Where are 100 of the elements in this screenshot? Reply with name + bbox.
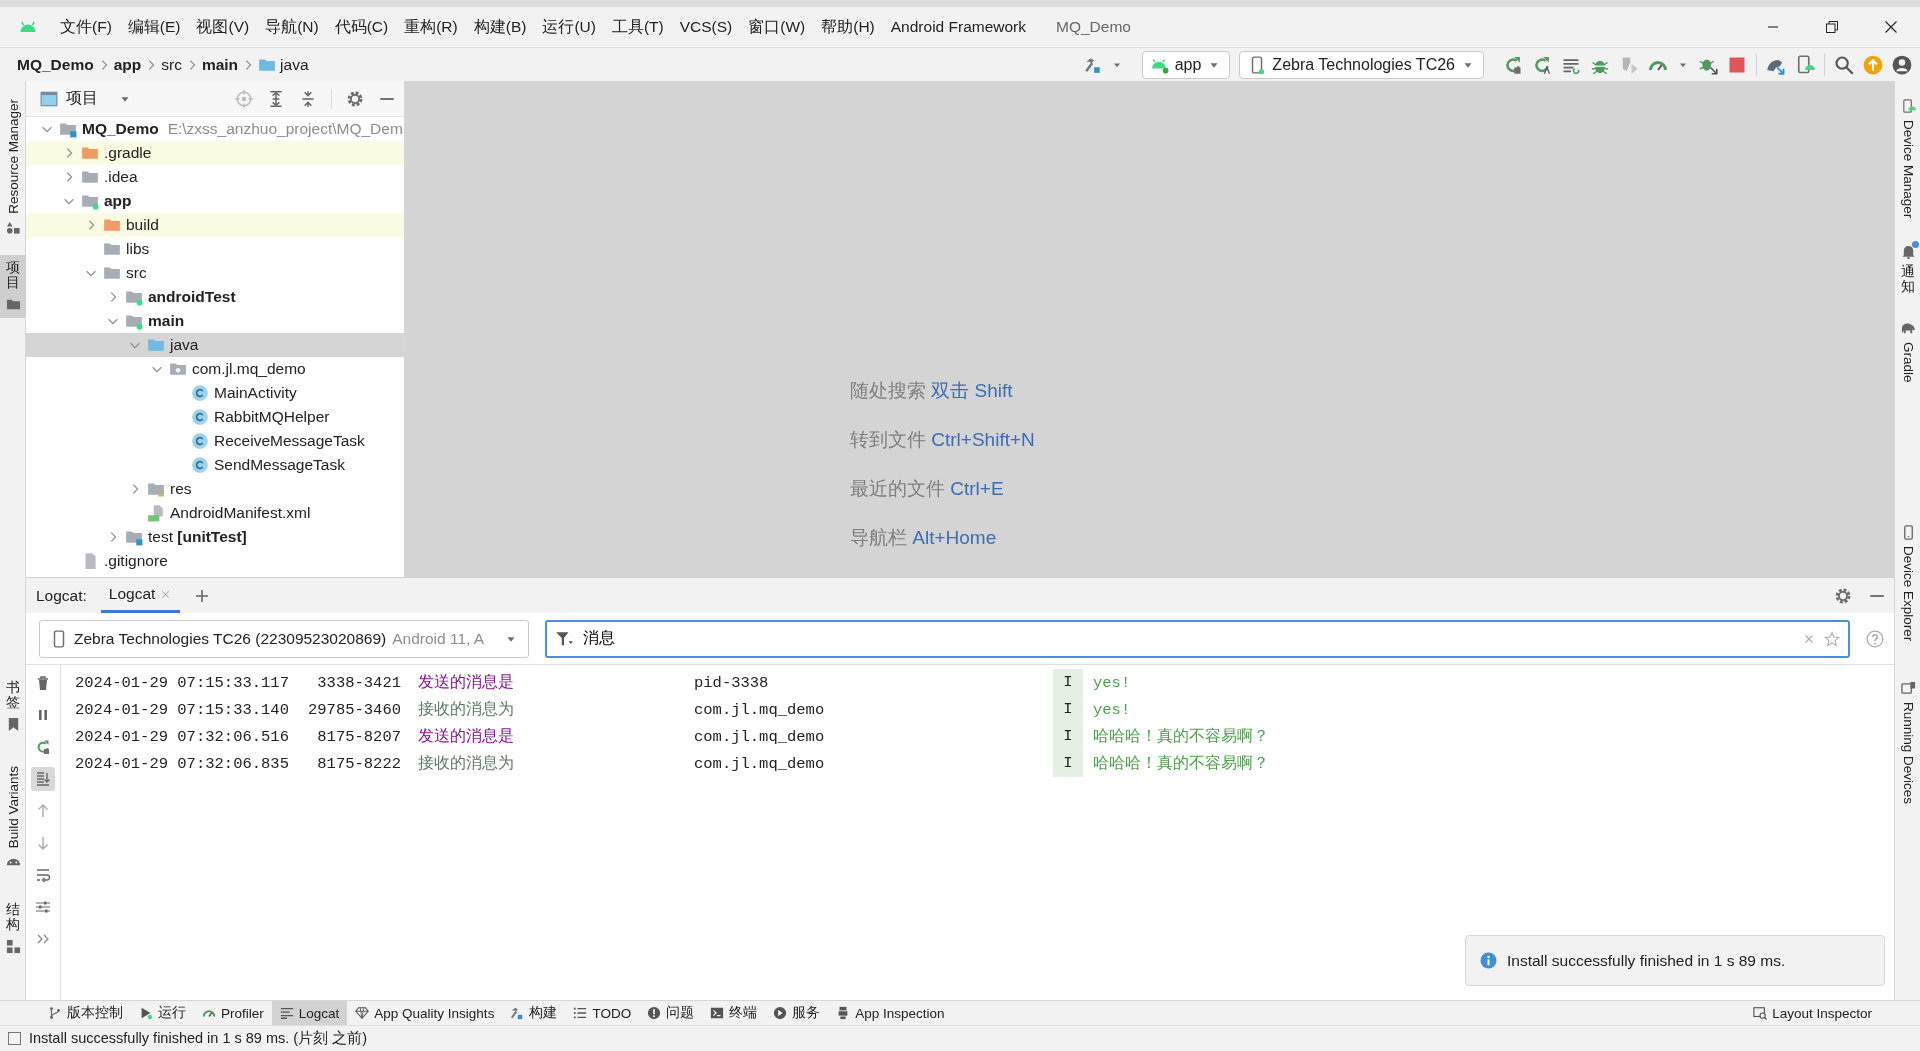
menu-item[interactable]: 工具(T): [603, 13, 672, 41]
message-text: yes!: [1093, 673, 1131, 692]
package-text: com.jl.mq_demo: [694, 754, 826, 773]
device-dropdown[interactable]: Zebra Technologies TC26 (22309523020869) Android 11, A: [39, 619, 529, 658]
menu-item[interactable]: 代码(C): [326, 13, 397, 41]
expand-all-icon[interactable]: [267, 89, 285, 108]
tool-window-button[interactable]: Layout Inspector: [1745, 1001, 1880, 1025]
tool-window-button[interactable]: Logcat: [271, 1001, 348, 1025]
restart-icon[interactable]: [1532, 54, 1552, 75]
filter-field[interactable]: 消息: [545, 619, 1850, 658]
menu-item[interactable]: 视图(V): [188, 13, 258, 41]
tool-window-button[interactable]: 构建: [502, 1001, 566, 1025]
breadcrumb-item[interactable]: app: [110, 55, 145, 74]
menu-item[interactable]: VCS(S): [671, 15, 741, 39]
breadcrumb-item[interactable]: main: [198, 55, 242, 74]
tool-window-button[interactable]: Device Manager: [1895, 93, 1920, 225]
tool-window-button[interactable]: Resource Manager: [0, 93, 26, 241]
scroll-to-end-button[interactable]: [31, 767, 55, 791]
status-toggle[interactable]: [8, 1032, 21, 1045]
filter-icon: [555, 629, 573, 648]
menu-item[interactable]: 重构(R): [396, 13, 466, 41]
tree-item[interactable]: main: [26, 309, 404, 333]
tool-window-button[interactable]: Device Explorer: [1895, 518, 1920, 647]
tree-item[interactable]: MainActivity: [26, 381, 404, 405]
gem-icon: [355, 1006, 370, 1020]
class-icon: [191, 384, 209, 402]
menu-item[interactable]: 构建(B): [465, 13, 535, 41]
tree-item[interactable]: .idea: [26, 165, 404, 189]
filter-input[interactable]: 消息: [581, 628, 1794, 649]
tool-window-button[interactable]: Running Devices: [1895, 674, 1920, 810]
settings-icon[interactable]: [1834, 586, 1852, 605]
tool-window-button[interactable]: 运行: [131, 1001, 194, 1025]
log-level: I: [1053, 750, 1083, 777]
tool-window-button[interactable]: App Quality Insights: [347, 1001, 503, 1025]
tool-window-button[interactable]: 服务: [765, 1001, 829, 1025]
device-icon[interactable]: [1795, 54, 1815, 75]
rerun-icon[interactable]: [1503, 54, 1523, 75]
tree-item[interactable]: androidTest: [26, 285, 404, 309]
search-icon[interactable]: [1834, 54, 1854, 75]
menu-item[interactable]: 帮助(H): [813, 13, 883, 41]
close-icon[interactable]: [1882, 19, 1899, 35]
tree-item[interactable]: res: [26, 477, 404, 501]
menu-item[interactable]: 运行(U): [534, 13, 604, 41]
delete-icon: [35, 675, 51, 691]
tool-window-button[interactable]: 结构: [0, 897, 26, 960]
folder-icon: [103, 264, 121, 282]
tree-item[interactable]: java: [26, 333, 404, 357]
tree-item[interactable]: RabbitMQHelper: [26, 405, 404, 429]
tool-window-button[interactable]: 项目: [0, 254, 26, 318]
tree-item[interactable]: MQ_Demo E:\zxss_anzhuo_project\MQ_Dem: [26, 117, 404, 141]
package-text: com.jl.mq_demo: [694, 700, 826, 719]
menu-item[interactable]: 编辑(E): [119, 13, 189, 41]
play-circle-icon: [773, 1006, 788, 1020]
tool-window-button[interactable]: 问题: [639, 1001, 703, 1025]
menu-item[interactable]: Android Framework: [882, 15, 1034, 39]
pid-text: 3338-3421: [316, 673, 402, 692]
tree-item[interactable]: .gitignore: [26, 549, 404, 573]
info-icon: [1480, 952, 1497, 969]
update-icon[interactable]: [1863, 54, 1883, 75]
restore-icon[interactable]: [1823, 19, 1840, 35]
breadcrumb-item[interactable]: src: [158, 55, 185, 74]
account-icon[interactable]: [1892, 54, 1912, 75]
tree-item[interactable]: com.jl.mq_demo: [26, 357, 404, 381]
tool-window-button[interactable]: 书签: [0, 675, 26, 738]
tag-text: 接收的消息为: [418, 753, 515, 773]
collapse-all-icon[interactable]: [299, 89, 317, 108]
settings-icon[interactable]: [346, 89, 364, 108]
tree-item[interactable]: test [unitTest]: [26, 525, 404, 549]
tool-window-button[interactable]: 版本控制: [40, 1001, 131, 1025]
tool-window-button[interactable]: Gradle: [1895, 315, 1920, 389]
menu-item[interactable]: 窗口(W): [740, 13, 814, 41]
branch-icon: [48, 1006, 62, 1020]
tab[interactable]: Logcat: [100, 578, 181, 613]
tree-item[interactable]: libs: [26, 237, 404, 261]
breadcrumb-item[interactable]: MQ_Demo: [14, 55, 97, 74]
tool-window-button[interactable]: 终端: [702, 1001, 766, 1025]
star-icon[interactable]: [1824, 630, 1840, 647]
panel-title-dropdown[interactable]: 项目: [40, 88, 132, 109]
tree-item[interactable]: app: [26, 189, 404, 213]
run-config-dropdown[interactable]: app: [1141, 50, 1231, 79]
device-dropdown[interactable]: Zebra Technologies TC26: [1239, 50, 1484, 79]
tree-item[interactable]: .gradle: [26, 141, 404, 165]
package-folder-icon: [169, 360, 187, 378]
tree-item[interactable]: build: [26, 213, 404, 237]
tool-window-button[interactable]: TODO: [565, 1001, 640, 1025]
tree-item[interactable]: SendMessageTask: [26, 453, 404, 477]
tool-window-button[interactable]: App Inspection: [828, 1001, 953, 1025]
tool-window-button[interactable]: Build Variants: [0, 760, 26, 876]
help-icon[interactable]: [1866, 629, 1884, 648]
tree-item[interactable]: src: [26, 261, 404, 285]
breadcrumb-item[interactable]: java: [255, 55, 312, 74]
tree-item[interactable]: AndroidManifest.xml: [26, 501, 404, 525]
tool-window-button[interactable]: 通知: [1895, 238, 1920, 301]
log-level: I: [1053, 669, 1083, 696]
tree-item[interactable]: ReceiveMessageTask: [26, 429, 404, 453]
hammer-icon[interactable]: [1083, 55, 1102, 74]
menu-item[interactable]: 文件(F): [52, 13, 120, 41]
tool-window-button[interactable]: Profiler: [194, 1001, 272, 1025]
add-tab-icon[interactable]: [194, 587, 211, 604]
menu-item[interactable]: 导航(N): [257, 13, 327, 41]
